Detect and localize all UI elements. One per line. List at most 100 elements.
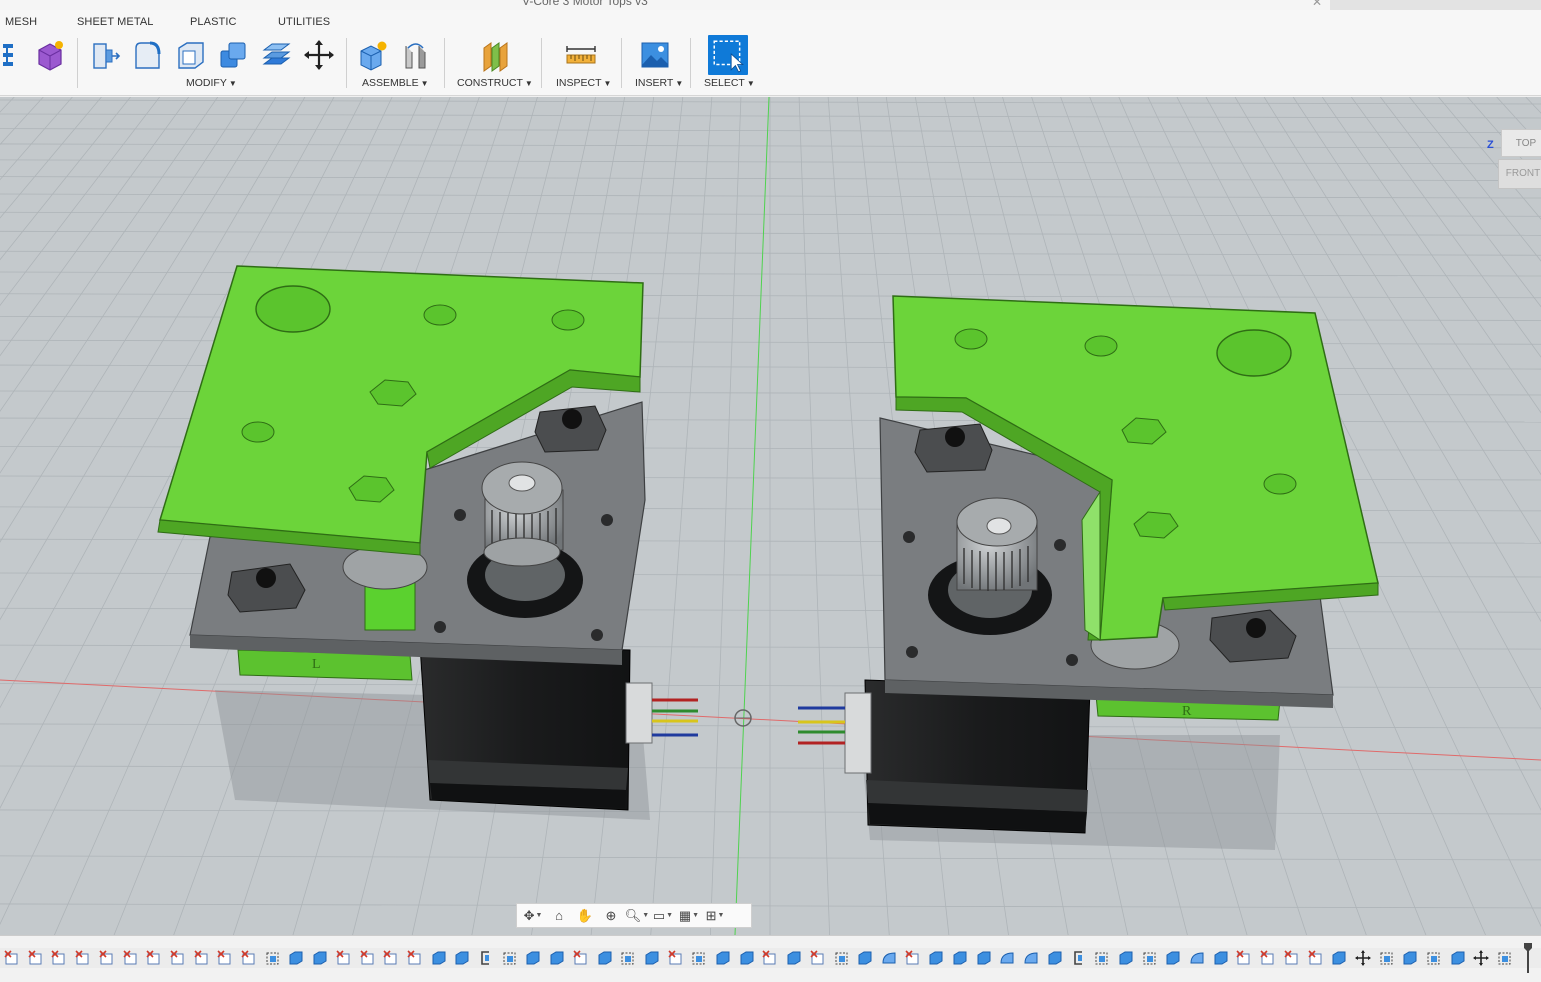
timeline-body-icon[interactable] bbox=[1046, 949, 1064, 967]
fillet-icon[interactable] bbox=[129, 37, 165, 73]
zoom-window-icon[interactable]: 🔍︎ ▼ bbox=[625, 905, 649, 926]
timeline-sketch-icon[interactable] bbox=[122, 949, 140, 967]
model-scene[interactable]: L R bbox=[0, 97, 1541, 935]
timeline-sketch-icon[interactable] bbox=[1259, 949, 1277, 967]
shell-icon[interactable] bbox=[172, 37, 208, 73]
construct-menu[interactable]: CONSTRUCT ▼ bbox=[457, 77, 533, 89]
look-at-icon[interactable]: ⌂ bbox=[547, 905, 571, 926]
timeline-plane-icon[interactable] bbox=[1141, 949, 1159, 967]
timeline-body-icon[interactable] bbox=[975, 949, 993, 967]
timeline-body-icon[interactable] bbox=[1401, 949, 1419, 967]
timeline-plane-icon[interactable] bbox=[1378, 949, 1396, 967]
timeline-body-icon[interactable] bbox=[1117, 949, 1135, 967]
timeline-marker-icon[interactable] bbox=[1524, 943, 1532, 973]
timeline-sketch-icon[interactable] bbox=[193, 949, 211, 967]
timeline-plane-icon[interactable] bbox=[619, 949, 637, 967]
view-cube-top-face[interactable]: TOP bbox=[1501, 129, 1541, 157]
timeline-body-icon[interactable] bbox=[548, 949, 566, 967]
press-pull-icon[interactable] bbox=[86, 37, 122, 73]
timeline-bracket-icon[interactable] bbox=[477, 949, 495, 967]
timeline-revolve-icon[interactable] bbox=[1022, 949, 1040, 967]
timeline-body-icon[interactable] bbox=[453, 949, 471, 967]
timeline-body-icon[interactable] bbox=[311, 949, 329, 967]
modify-menu[interactable]: MODIFY ▼ bbox=[186, 77, 237, 89]
timeline-body-icon[interactable] bbox=[785, 949, 803, 967]
timeline-sketch-icon[interactable] bbox=[216, 949, 234, 967]
view-cube-front-face[interactable]: FRONT bbox=[1498, 159, 1541, 189]
timeline-plane-icon[interactable] bbox=[264, 949, 282, 967]
timeline-sketch-icon[interactable] bbox=[406, 949, 424, 967]
joint-icon[interactable] bbox=[398, 37, 434, 73]
insert-menu[interactable]: INSERT ▼ bbox=[635, 77, 683, 89]
timeline-body-icon[interactable] bbox=[738, 949, 756, 967]
timeline-body-icon[interactable] bbox=[1164, 949, 1182, 967]
combine-icon[interactable] bbox=[215, 37, 251, 73]
tab-utilities[interactable]: UTILITIES bbox=[278, 16, 330, 28]
timeline-sketch-icon[interactable] bbox=[335, 949, 353, 967]
measure-icon[interactable] bbox=[563, 37, 599, 73]
viewports-icon[interactable]: ⊞ ▼ bbox=[703, 905, 727, 926]
timeline-sketch-icon[interactable] bbox=[27, 949, 45, 967]
timeline-sketch-icon[interactable] bbox=[145, 949, 163, 967]
inspect-menu[interactable]: INSPECT ▼ bbox=[556, 77, 611, 89]
timeline-sketch-icon[interactable] bbox=[50, 949, 68, 967]
timeline-plane-icon[interactable] bbox=[1425, 949, 1443, 967]
timeline-sketch-icon[interactable] bbox=[572, 949, 590, 967]
create-form-icon[interactable] bbox=[32, 37, 68, 73]
timeline-sketch-icon[interactable] bbox=[904, 949, 922, 967]
timeline-sketch-icon[interactable] bbox=[1283, 949, 1301, 967]
close-icon[interactable]: ✕ bbox=[1312, 0, 1322, 9]
insert-image-icon[interactable] bbox=[637, 37, 673, 73]
timeline-sketch-icon[interactable] bbox=[1307, 949, 1325, 967]
timeline-move-icon[interactable] bbox=[1472, 949, 1490, 967]
timeline-body-icon[interactable] bbox=[1330, 949, 1348, 967]
timeline-revolve-icon[interactable] bbox=[880, 949, 898, 967]
timeline-body-icon[interactable] bbox=[643, 949, 661, 967]
timeline-body-icon[interactable] bbox=[287, 949, 305, 967]
timeline-body-icon[interactable] bbox=[524, 949, 542, 967]
timeline-body-icon[interactable] bbox=[430, 949, 448, 967]
timeline-revolve-icon[interactable] bbox=[1188, 949, 1206, 967]
timeline-sketch-icon[interactable] bbox=[169, 949, 187, 967]
design-timeline[interactable] bbox=[0, 935, 1541, 982]
offset-plane-icon[interactable] bbox=[475, 37, 511, 73]
tab-plastic[interactable]: PLASTIC bbox=[190, 16, 237, 28]
timeline-plane-icon[interactable] bbox=[1093, 949, 1111, 967]
timeline-revolve-icon[interactable] bbox=[998, 949, 1016, 967]
timeline-body-icon[interactable] bbox=[856, 949, 874, 967]
timeline-sketch-icon[interactable] bbox=[809, 949, 827, 967]
timeline-body-icon[interactable] bbox=[596, 949, 614, 967]
timeline-sketch-icon[interactable] bbox=[240, 949, 258, 967]
timeline-body-icon[interactable] bbox=[927, 949, 945, 967]
timeline-body-icon[interactable] bbox=[951, 949, 969, 967]
grid-settings-icon[interactable]: ▦ ▼ bbox=[677, 905, 701, 926]
orbit-icon[interactable]: ✥ ▼ bbox=[521, 905, 545, 926]
select-icon[interactable] bbox=[708, 35, 748, 75]
timeline-body-icon[interactable] bbox=[714, 949, 732, 967]
timeline-body-icon[interactable] bbox=[1449, 949, 1467, 967]
tab-sheet-metal[interactable]: SHEET METAL bbox=[77, 16, 154, 28]
timeline-sketch-icon[interactable] bbox=[761, 949, 779, 967]
timeline-sketch-icon[interactable] bbox=[1235, 949, 1253, 967]
pattern-icon[interactable] bbox=[0, 37, 22, 73]
new-component-icon[interactable] bbox=[355, 37, 391, 73]
canvas-viewport[interactable]: L R Z TOP FRONT bbox=[0, 97, 1541, 935]
timeline-bracket-icon[interactable] bbox=[1070, 949, 1088, 967]
timeline-plane-icon[interactable] bbox=[690, 949, 708, 967]
assemble-menu[interactable]: ASSEMBLE ▼ bbox=[362, 77, 429, 89]
display-settings-icon[interactable]: ▭ ▼ bbox=[651, 905, 675, 926]
timeline-sketch-icon[interactable] bbox=[359, 949, 377, 967]
timeline-sketch-icon[interactable] bbox=[74, 949, 92, 967]
timeline-plane-icon[interactable] bbox=[501, 949, 519, 967]
pan-icon[interactable]: ✋ bbox=[573, 905, 597, 926]
zoom-icon[interactable]: ⊕ bbox=[599, 905, 623, 926]
timeline-sketch-icon[interactable] bbox=[98, 949, 116, 967]
select-menu[interactable]: SELECT ▼ bbox=[704, 77, 755, 89]
tab-mesh[interactable]: MESH bbox=[5, 16, 37, 28]
view-cube[interactable]: Z TOP FRONT bbox=[1486, 125, 1541, 195]
timeline-sketch-icon[interactable] bbox=[3, 949, 21, 967]
timeline-sketch-icon[interactable] bbox=[382, 949, 400, 967]
split-body-icon[interactable] bbox=[258, 37, 294, 73]
timeline-move-icon[interactable] bbox=[1354, 949, 1372, 967]
timeline-sketch-icon[interactable] bbox=[667, 949, 685, 967]
